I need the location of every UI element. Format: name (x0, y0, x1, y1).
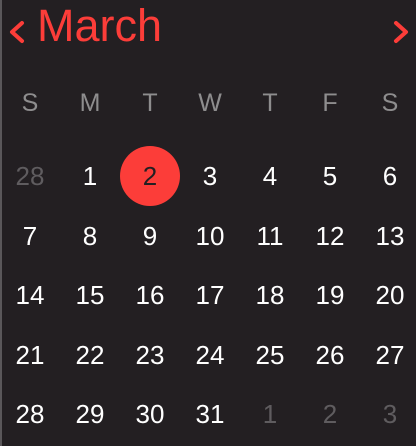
weekday-header: W (198, 89, 222, 117)
day-cell[interactable]: 5 (300, 146, 360, 206)
selected-day[interactable]: 2 (120, 146, 180, 206)
day-cell[interactable]: 6 (360, 146, 416, 206)
day-cell[interactable]: 15 (60, 265, 120, 325)
next-month-button[interactable] (385, 14, 415, 48)
day-cell[interactable]: 1 (60, 146, 120, 206)
day-cell[interactable]: 21 (0, 325, 60, 385)
day-cell[interactable]: 18 (240, 265, 300, 325)
day-cell[interactable]: 13 (360, 206, 416, 266)
day-cell[interactable]: 30 (120, 384, 180, 444)
day-cell[interactable]: 31 (180, 384, 240, 444)
day-cell[interactable]: 28 (0, 384, 60, 444)
day-cell[interactable]: 12 (300, 206, 360, 266)
day-cell[interactable]: 29 (60, 384, 120, 444)
other-month-day[interactable]: 2 (300, 384, 360, 444)
day-cell[interactable]: 10 (180, 206, 240, 266)
weekday-header: T (262, 89, 278, 117)
weekday-header: T (142, 89, 158, 117)
other-month-day[interactable]: 28 (0, 146, 60, 206)
day-cell[interactable]: 23 (120, 325, 180, 385)
day-cell[interactable]: 4 (240, 146, 300, 206)
weekday-header: S (381, 89, 399, 117)
day-cell[interactable]: 3 (180, 146, 240, 206)
day-cell[interactable]: 9 (120, 206, 180, 266)
other-month-day[interactable]: 3 (360, 384, 416, 444)
day-cell[interactable]: 11 (240, 206, 300, 266)
weekday-header: F (322, 89, 338, 117)
day-cell[interactable]: 19 (300, 265, 360, 325)
day-cell[interactable]: 24 (180, 325, 240, 385)
day-cell[interactable]: 25 (240, 325, 300, 385)
day-cell[interactable]: 14 (0, 265, 60, 325)
prev-month-button[interactable] (3, 14, 33, 48)
day-cell[interactable]: 7 (0, 206, 60, 266)
day-cell[interactable]: 22 (60, 325, 120, 385)
weekday-header: S (21, 89, 39, 117)
day-cell[interactable]: 16 (120, 265, 180, 325)
chevron-right-icon (394, 21, 408, 43)
day-cell[interactable]: 8 (60, 206, 120, 266)
other-month-day[interactable]: 1 (240, 384, 300, 444)
day-cell[interactable]: 26 (300, 325, 360, 385)
weekday-header: M (79, 89, 101, 117)
month-title: March (37, 0, 163, 51)
day-cell[interactable]: 20 (360, 265, 416, 325)
chevron-left-icon (10, 21, 24, 43)
day-cell[interactable]: 27 (360, 325, 416, 385)
day-cell[interactable]: 17 (180, 265, 240, 325)
